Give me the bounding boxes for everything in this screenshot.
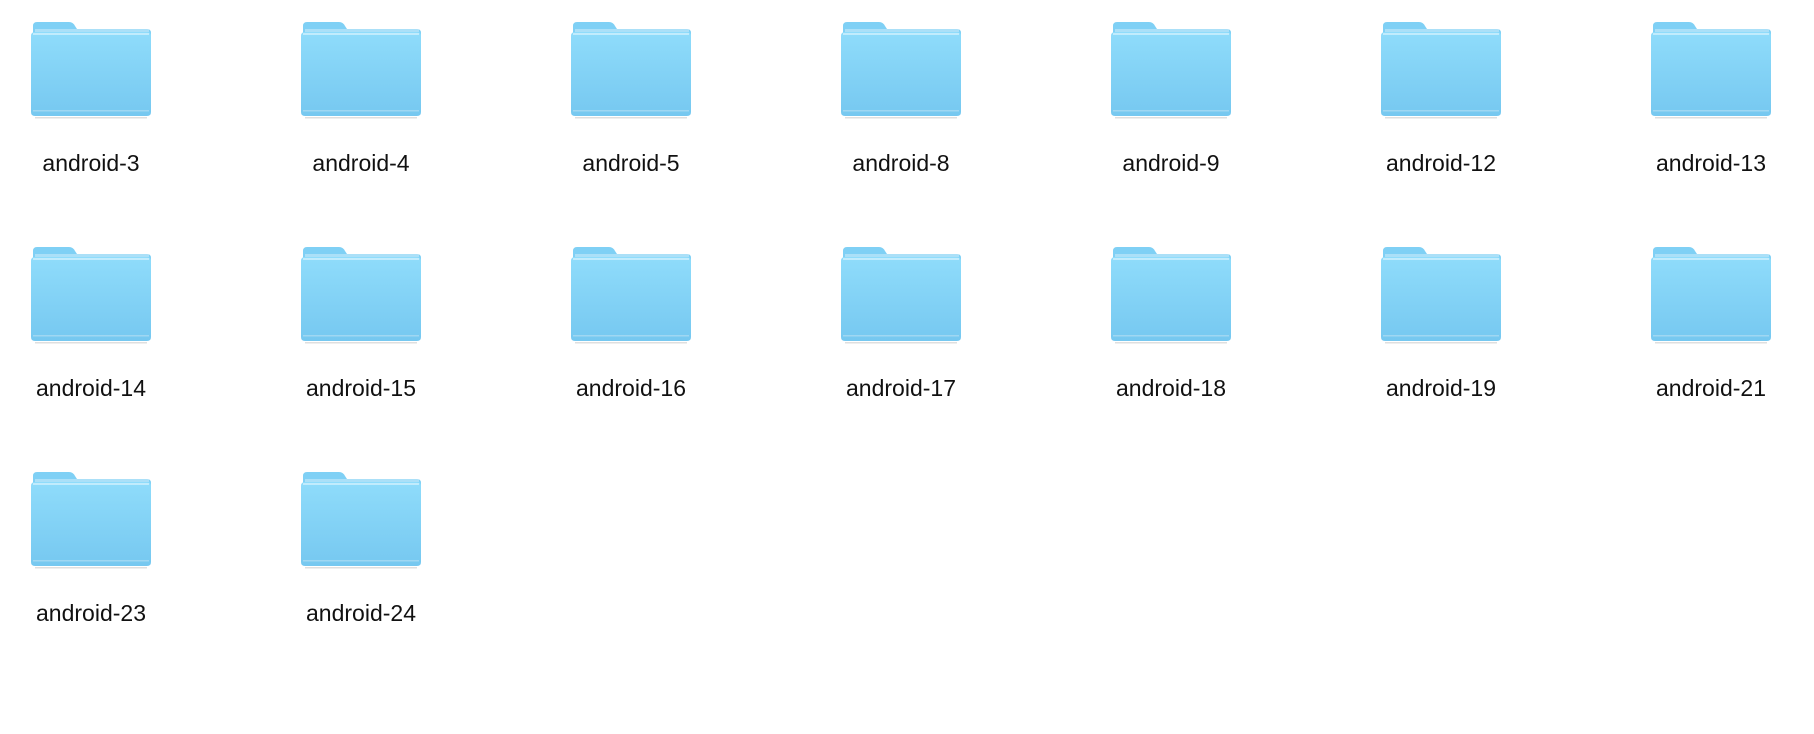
folder-icon[interactable] (839, 245, 963, 345)
folder-icon[interactable] (1379, 20, 1503, 120)
folder-grid: android-3 android-4 android-5 android-8 … (0, 0, 1814, 734)
folder-label[interactable]: android-18 (1080, 375, 1262, 401)
folder-icon-graphic (31, 247, 151, 344)
folder-icon[interactable] (1649, 20, 1773, 120)
folder-icon[interactable] (299, 470, 423, 570)
folder-label[interactable]: android-9 (1080, 150, 1262, 176)
folder-icon-graphic (1381, 22, 1501, 119)
folder-item[interactable]: android-17 (810, 225, 1010, 405)
folder-label[interactable]: android-13 (1620, 150, 1802, 176)
folder-icon-graphic (31, 22, 151, 119)
folder-icon-graphic (841, 22, 961, 119)
folder-label[interactable]: android-3 (0, 150, 182, 176)
folder-label[interactable]: android-12 (1350, 150, 1532, 176)
folder-item[interactable]: android-14 (0, 225, 200, 405)
folder-icon[interactable] (569, 245, 693, 345)
folder-icon[interactable] (299, 245, 423, 345)
folder-item[interactable]: android-3 (0, 0, 200, 180)
folder-label[interactable]: android-14 (0, 375, 182, 401)
folder-item[interactable]: android-13 (1620, 0, 1814, 180)
folder-icon-graphic (841, 247, 961, 344)
folder-label[interactable]: android-17 (810, 375, 992, 401)
folder-label[interactable]: android-24 (270, 600, 452, 626)
folder-icon[interactable] (29, 245, 153, 345)
folder-label[interactable]: android-19 (1350, 375, 1532, 401)
folder-icon-graphic (301, 247, 421, 344)
folder-icon-graphic (1651, 247, 1771, 344)
folder-icon-graphic (1111, 247, 1231, 344)
folder-label[interactable]: android-16 (540, 375, 722, 401)
folder-icon-graphic (301, 472, 421, 569)
folder-item[interactable]: android-15 (270, 225, 470, 405)
folder-label[interactable]: android-4 (270, 150, 452, 176)
folder-icon-graphic (301, 22, 421, 119)
folder-icon[interactable] (1379, 245, 1503, 345)
folder-item[interactable]: android-8 (810, 0, 1010, 180)
folder-item[interactable]: android-24 (270, 450, 470, 630)
folder-item[interactable]: android-18 (1080, 225, 1280, 405)
folder-item[interactable]: android-12 (1350, 0, 1550, 180)
folder-icon-graphic (571, 247, 691, 344)
folder-icon[interactable] (1649, 245, 1773, 345)
folder-icon-graphic (571, 22, 691, 119)
folder-label[interactable]: android-5 (540, 150, 722, 176)
folder-icon-graphic (1111, 22, 1231, 119)
folder-item[interactable]: android-23 (0, 450, 200, 630)
folder-item[interactable]: android-4 (270, 0, 470, 180)
folder-icon-graphic (1651, 22, 1771, 119)
folder-label[interactable]: android-23 (0, 600, 182, 626)
folder-icon-graphic (31, 472, 151, 569)
folder-icon[interactable] (569, 20, 693, 120)
folder-item[interactable]: android-19 (1350, 225, 1550, 405)
folder-item[interactable]: android-5 (540, 0, 740, 180)
folder-icon[interactable] (1109, 20, 1233, 120)
folder-icon[interactable] (839, 20, 963, 120)
folder-label[interactable]: android-8 (810, 150, 992, 176)
folder-icon[interactable] (1109, 245, 1233, 345)
folder-item[interactable]: android-21 (1620, 225, 1814, 405)
folder-icon-graphic (1381, 247, 1501, 344)
folder-icon[interactable] (29, 20, 153, 120)
folder-label[interactable]: android-15 (270, 375, 452, 401)
folder-item[interactable]: android-16 (540, 225, 740, 405)
folder-label[interactable]: android-21 (1620, 375, 1802, 401)
folder-icon[interactable] (299, 20, 423, 120)
folder-icon[interactable] (29, 470, 153, 570)
folder-item[interactable]: android-9 (1080, 0, 1280, 180)
